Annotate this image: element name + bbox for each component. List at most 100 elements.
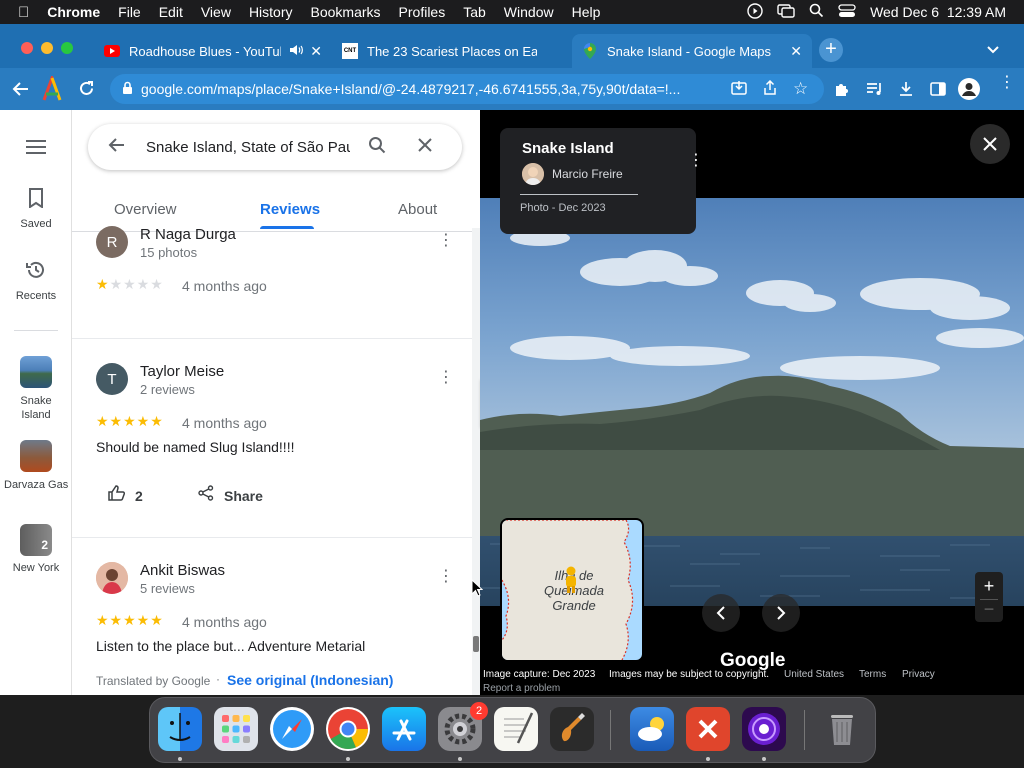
search-input[interactable]: Snake Island, State of São Paulo bbox=[146, 139, 350, 156]
control-center-icon[interactable] bbox=[838, 3, 856, 21]
menu-profiles[interactable]: Profiles bbox=[399, 4, 446, 20]
app-menu-chrome[interactable]: Chrome bbox=[47, 4, 100, 20]
tab-close-icon[interactable]: ✕ bbox=[790, 43, 802, 60]
report-problem-link[interactable]: Report a problem bbox=[483, 683, 560, 694]
spotlight-search-icon[interactable] bbox=[809, 3, 824, 21]
finder-icon[interactable] bbox=[158, 707, 202, 751]
weather-icon[interactable] bbox=[630, 707, 674, 751]
window-zoom-button[interactable] bbox=[61, 42, 73, 54]
safari-icon[interactable] bbox=[270, 707, 314, 751]
tab-audio-icon[interactable] bbox=[289, 44, 303, 59]
extensions-puzzle-icon[interactable] bbox=[834, 81, 850, 102]
textedit-icon[interactable] bbox=[494, 707, 538, 751]
review-more-icon[interactable]: ⋮ bbox=[438, 569, 454, 585]
close-viewer-button[interactable] bbox=[970, 124, 1010, 164]
clear-search-icon[interactable] bbox=[418, 138, 432, 156]
maps-search-box[interactable]: Snake Island, State of São Paulo bbox=[88, 124, 462, 170]
pegman-icon[interactable] bbox=[564, 566, 578, 599]
rail-item-recents[interactable]: Recents bbox=[0, 260, 72, 302]
browser-tab-cnt[interactable]: CNT The 23 Scariest Places on Earth bbox=[332, 34, 570, 68]
back-arrow-icon[interactable] bbox=[108, 136, 126, 158]
photo-author[interactable]: Marcio Freire bbox=[552, 167, 623, 181]
menu-view[interactable]: View bbox=[201, 4, 231, 20]
downloads-icon[interactable] bbox=[898, 81, 914, 102]
side-panel-icon[interactable] bbox=[930, 81, 946, 102]
back-arrow-icon[interactable] bbox=[12, 80, 30, 103]
app-store-icon[interactable] bbox=[382, 707, 426, 751]
browser-tab-youtube[interactable]: Roadhouse Blues - YouTube ✕ bbox=[94, 34, 332, 68]
launchpad-icon[interactable] bbox=[214, 707, 258, 751]
bookmark-star-icon[interactable]: ☆ bbox=[793, 79, 808, 99]
media-queue-icon[interactable] bbox=[866, 81, 884, 102]
chrome-icon[interactable] bbox=[326, 707, 370, 751]
reviewer-name[interactable]: Taylor Meise bbox=[140, 363, 224, 380]
screen-mirror-icon[interactable] bbox=[777, 3, 795, 22]
info-more-icon[interactable]: ⋮ bbox=[688, 153, 704, 169]
privacy-link[interactable]: Privacy bbox=[902, 669, 935, 680]
media-play-icon[interactable] bbox=[747, 2, 763, 22]
apple-menu-icon[interactable]:  bbox=[18, 4, 29, 21]
tab-about[interactable]: About bbox=[398, 201, 437, 218]
recent-place-new-york[interactable]: 2 New York bbox=[0, 524, 72, 574]
search-icon[interactable] bbox=[368, 136, 386, 158]
menu-help[interactable]: Help bbox=[572, 4, 601, 20]
hamburger-menu-icon[interactable] bbox=[26, 140, 46, 159]
browser-menu-icon[interactable]: ⋮ bbox=[999, 75, 1015, 91]
recent-place-snake-island[interactable]: Snake Island bbox=[0, 356, 72, 422]
place-title[interactable]: Snake Island bbox=[522, 140, 614, 157]
garageband-icon[interactable] bbox=[550, 707, 594, 751]
menu-file[interactable]: File bbox=[118, 4, 141, 20]
window-close-button[interactable] bbox=[21, 42, 33, 54]
region-link[interactable]: United States bbox=[784, 669, 844, 680]
terms-link[interactable]: Terms bbox=[859, 669, 886, 680]
reviewer-name[interactable]: Ankit Biswas bbox=[140, 562, 225, 579]
panel-scrollbar[interactable] bbox=[472, 228, 480, 695]
tab-overview[interactable]: Overview bbox=[114, 201, 177, 218]
tab-close-icon[interactable]: ✕ bbox=[310, 43, 322, 60]
mini-map[interactable]: Ilha de Queimada Grande bbox=[500, 518, 644, 662]
trash-icon[interactable] bbox=[820, 707, 864, 751]
menubar-clock[interactable]: Wed Dec 6 12:39 AM bbox=[870, 4, 1006, 20]
tab-search-chevron-icon[interactable] bbox=[986, 42, 1000, 60]
menu-history[interactable]: History bbox=[249, 4, 293, 20]
reviewer-meta[interactable]: 2 reviews bbox=[140, 382, 195, 397]
menu-tab[interactable]: Tab bbox=[463, 4, 486, 20]
browser-tab-google-maps[interactable]: Snake Island - Google Maps ✕ bbox=[572, 34, 812, 68]
next-photo-button[interactable] bbox=[762, 594, 800, 632]
zoom-out-button[interactable]: − bbox=[975, 600, 1003, 620]
photo-viewer[interactable]: Snake Island ⋮ Marcio Freire Photo - Dec… bbox=[480, 110, 1024, 695]
review-more-icon[interactable]: ⋮ bbox=[438, 370, 454, 386]
address-bar[interactable]: google.com/maps/place/Snake+Island/@-24.… bbox=[110, 74, 824, 104]
reviewer-name[interactable]: R Naga Durga bbox=[140, 226, 236, 243]
remote-desktop-icon[interactable] bbox=[686, 707, 730, 751]
avatar[interactable]: R bbox=[96, 226, 128, 258]
lock-icon[interactable] bbox=[122, 81, 133, 98]
profile-avatar-icon[interactable] bbox=[958, 78, 980, 100]
install-app-icon[interactable] bbox=[731, 80, 747, 99]
reload-icon[interactable] bbox=[78, 80, 95, 102]
see-original-link[interactable]: See original (Indonesian) bbox=[227, 672, 393, 688]
previous-photo-button[interactable] bbox=[702, 594, 740, 632]
review-more-icon[interactable]: ⋮ bbox=[438, 233, 454, 249]
menu-edit[interactable]: Edit bbox=[159, 4, 183, 20]
share-icon[interactable] bbox=[763, 79, 777, 99]
share-button[interactable]: Share bbox=[198, 485, 263, 506]
reviewer-meta[interactable]: 5 reviews bbox=[140, 581, 195, 596]
podcast-app-icon[interactable] bbox=[742, 707, 786, 751]
address-bar-url[interactable]: google.com/maps/place/Snake+Island/@-24.… bbox=[141, 81, 721, 97]
avatar[interactable] bbox=[522, 163, 544, 185]
reviewer-meta[interactable]: 15 photos bbox=[140, 245, 197, 260]
browser-extension-icon[interactable] bbox=[40, 73, 64, 107]
panel-scrollbar-thumb[interactable] bbox=[473, 636, 479, 652]
rail-item-saved[interactable]: Saved bbox=[0, 188, 72, 230]
avatar[interactable]: T bbox=[96, 363, 128, 395]
new-tab-button[interactable]: + bbox=[819, 38, 843, 62]
avatar[interactable] bbox=[96, 562, 128, 594]
recent-place-darvaza[interactable]: Darvaza Gas Crate... bbox=[0, 440, 72, 492]
window-minimize-button[interactable] bbox=[41, 42, 53, 54]
menu-bookmarks[interactable]: Bookmarks bbox=[311, 4, 381, 20]
menu-window[interactable]: Window bbox=[504, 4, 554, 20]
tab-reviews[interactable]: Reviews bbox=[260, 201, 320, 218]
zoom-in-button[interactable]: + bbox=[975, 574, 1003, 598]
like-button[interactable]: 2 bbox=[108, 485, 143, 506]
